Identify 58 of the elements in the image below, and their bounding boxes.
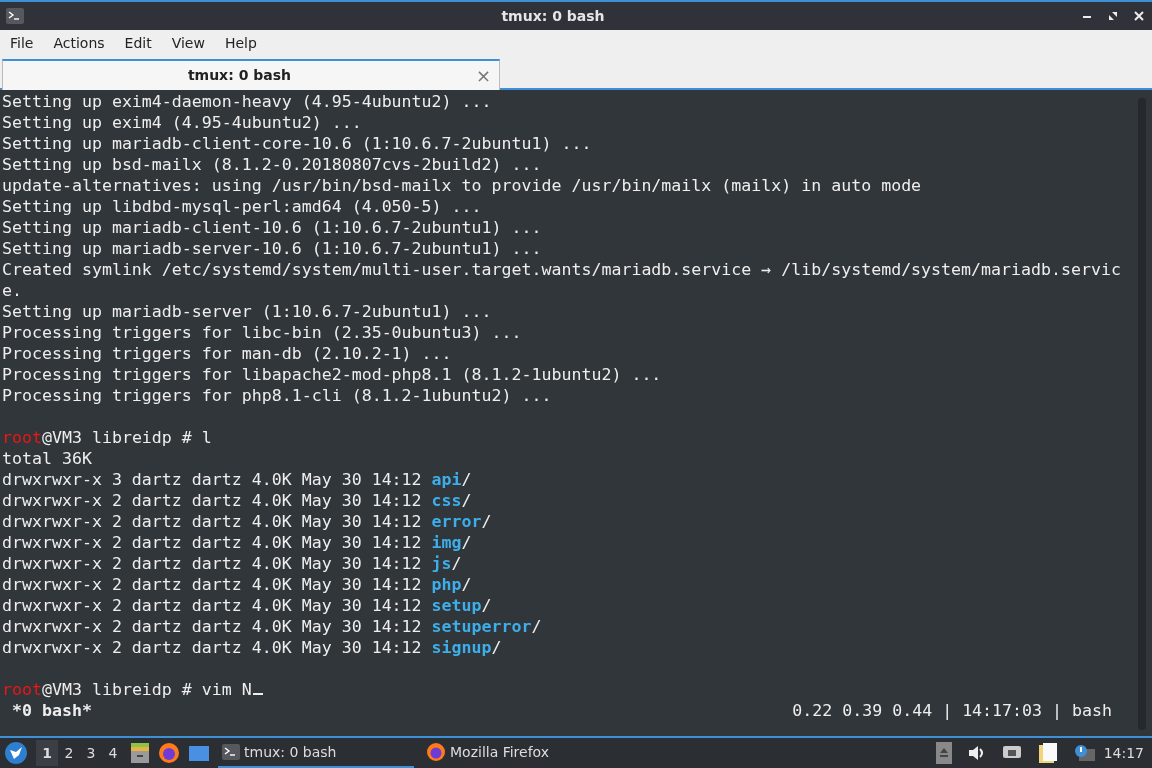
desktop-button[interactable]: 2 xyxy=(58,740,80,766)
notification-icon[interactable] xyxy=(1073,744,1096,762)
output-line: Setting up mariadb-server-10.6 (1:10.6.7-2ubuntu1) ... xyxy=(1,238,542,259)
firefox-icon[interactable] xyxy=(158,742,180,764)
output-line: Created symlink /etc/systemd/system/multi-user.target.wants/mariadb.service → /lib/systemd/system/mariadb.servic xyxy=(1,259,1121,280)
output-line: drwxrwxr-x 2 dartz dartz 4.0K May 30 14:12 setup/ xyxy=(1,595,492,616)
output-line: Setting up bsd-mailx (8.1.2-0.20180807cvs-2build2) ... xyxy=(1,154,542,175)
menu-item[interactable]: Help xyxy=(214,32,267,54)
output-line: Setting up libdbd-mysql-perl:amd64 (4.050-5) ... xyxy=(1,196,482,217)
clock: 14:17 xyxy=(1103,743,1144,763)
output-line: drwxrwxr-x 2 dartz dartz 4.0K May 30 14:12 error/ xyxy=(1,511,492,532)
desktop-icon[interactable] xyxy=(188,743,210,763)
output-line: Setting up exim4 (4.95-4ubuntu2) ... xyxy=(1,112,362,133)
output-line: drwxrwxr-x 2 dartz dartz 4.0K May 30 14:12 setuperror/ xyxy=(1,616,542,637)
close-icon[interactable] xyxy=(1134,11,1144,21)
output-line: Setting up mariadb-server (1:10.6.7-2ubuntu1) ... xyxy=(1,301,492,322)
terminal-icon xyxy=(222,744,240,760)
output-line: drwxrwxr-x 2 dartz dartz 4.0K May 30 14:12 css/ xyxy=(1,490,472,511)
window-title: tmux: 0 bash xyxy=(500,6,606,26)
start-menu-icon[interactable] xyxy=(4,741,28,765)
tab-close-button[interactable]: × xyxy=(475,62,491,89)
output-line: Setting up exim4-daemon-heavy (4.95-4ubuntu2) ... xyxy=(1,91,492,112)
output-line: update-alternatives: using /usr/bin/bsd-mailx to provide /usr/bin/mailx (mailx) in auto mode xyxy=(1,175,922,196)
firefox-icon xyxy=(426,742,446,762)
output-line: drwxrwxr-x 2 dartz dartz 4.0K May 30 14:12 signup/ xyxy=(1,637,502,658)
tab[interactable]: tmux: 0 bash × xyxy=(2,59,500,90)
output-line: Setting up mariadb-client-10.6 (1:10.6.7-2ubuntu1) ... xyxy=(1,217,542,238)
menu-item[interactable]: View xyxy=(161,32,215,54)
file-manager-icon[interactable] xyxy=(130,742,150,764)
output-line: drwxrwxr-x 2 dartz dartz 4.0K May 30 14:12 js/ xyxy=(1,553,462,574)
desktop-button[interactable]: 3 xyxy=(80,740,102,766)
output-line: Processing triggers for man-db (2.10.2-1) ... xyxy=(1,343,452,364)
desktop-button[interactable]: 4 xyxy=(102,740,124,766)
desktop-button[interactable]: 1 xyxy=(36,740,58,766)
output-line: e. xyxy=(1,280,22,301)
prompt-line: root@VM3 libreidp # vim N xyxy=(0,679,263,700)
maximize-icon[interactable] xyxy=(1108,11,1118,21)
output-line: Processing triggers for php8.1-cli (8.1.2-1ubuntu2) ... xyxy=(1,385,552,406)
output-line: Processing triggers for libapache2-mod-php8.1 (8.1.2-1ubuntu2) ... xyxy=(1,364,662,385)
taskbar-task[interactable]: tmux: 0 bash xyxy=(218,738,414,768)
output-line: drwxrwxr-x 2 dartz dartz 4.0K May 30 14:12 php/ xyxy=(1,574,472,595)
output-line: drwxrwxr-x 3 dartz dartz 4.0K May 30 14:12 api/ xyxy=(1,469,472,490)
taskbar-task[interactable]: Mozilla Firefox xyxy=(422,738,602,768)
terminal-icon xyxy=(6,8,24,24)
clipboard-icon[interactable] xyxy=(1037,742,1058,764)
eject-icon[interactable] xyxy=(935,742,952,764)
menu-item[interactable]: File xyxy=(0,32,44,54)
output-line: Setting up mariadb-client-core-10.6 (1:10.6.7-2ubuntu1) ... xyxy=(1,133,592,154)
volume-icon[interactable] xyxy=(967,745,986,761)
output-line: Processing triggers for libc-bin (2.35-0ubuntu3) ... xyxy=(1,322,522,343)
tmux-window-label[interactable]: *0 bash* xyxy=(12,700,92,721)
menu-item[interactable]: Actions xyxy=(43,32,115,54)
output-line: total 36K xyxy=(1,448,92,469)
output-line: drwxrwxr-x 2 dartz dartz 4.0K May 30 14:12 img/ xyxy=(1,532,472,553)
tmux-status-info: 0.22 0.39 0.44 | 14:17:03 | bash xyxy=(792,700,1112,721)
prompt-line: root@VM3 libreidp # l xyxy=(1,427,212,448)
menu-item[interactable]: Edit xyxy=(114,32,162,54)
network-icon[interactable] xyxy=(1001,745,1022,761)
